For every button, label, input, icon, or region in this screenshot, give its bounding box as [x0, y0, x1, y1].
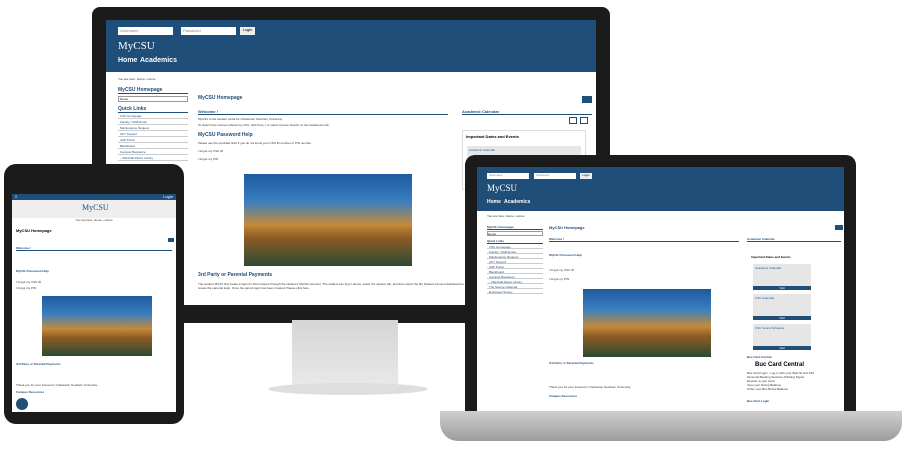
laptop-screen: Username Password Login MyCSU Home Acade…	[477, 167, 844, 411]
laptop-campus-resources: Campus Resources	[549, 394, 578, 398]
laptop-logo: MyCSU	[487, 183, 518, 193]
laptop-card-3: CSU Sports Schedule	[753, 324, 811, 346]
laptop-username-placeholder: Username	[489, 173, 503, 177]
nav-academics[interactable]: Academics	[140, 57, 177, 64]
grid-view-icon[interactable]	[580, 117, 588, 124]
menu-icon[interactable]: ≡	[15, 194, 17, 199]
tablet-thanks: Thank you for your interest in Charlesto…	[16, 383, 98, 387]
page-title: MyCSU Homepage	[198, 95, 243, 101]
laptop-login-button[interactable]: Login	[580, 173, 592, 179]
tablet-forgot-id[interactable]: I forgot my CSU ID	[16, 280, 41, 284]
laptop-card-3-label[interactable]: CSU Sports Schedule	[755, 326, 784, 330]
tablet-home-icon[interactable]	[168, 238, 174, 242]
laptop-card-1-button[interactable]: Visit	[753, 286, 811, 290]
laptop-sidebar-title: MyCSU Homepage	[487, 225, 543, 230]
quick-links-title: Quick Links	[118, 106, 188, 113]
laptop-username-input[interactable]: Username	[487, 173, 529, 179]
monitor-base	[268, 383, 428, 395]
home-icon[interactable]	[582, 96, 592, 103]
laptop-page-title: MyCSU Homepage	[549, 225, 585, 230]
laptop-buc-card-title: Buc Card Central	[755, 362, 805, 368]
laptop-card-2-label[interactable]: CSU Calendar	[755, 296, 774, 300]
monitor-stand	[292, 320, 398, 390]
laptop-device: Username Password Login MyCSU Home Acade…	[465, 155, 856, 411]
laptop-card-2: CSU Calendar	[753, 294, 811, 316]
calendar-card-link[interactable]: Academic Calendar	[469, 148, 495, 152]
breadcrumb: You are here: Home › Home	[118, 77, 156, 81]
welcome-text: MyCSU is the student portal for Charlest…	[198, 117, 283, 121]
laptop-card-3-button[interactable]: Visit	[753, 346, 811, 350]
tablet-screen: ≡ Login MyCSU You are here: Home › Home …	[12, 194, 176, 412]
laptop-buc-card-link[interactable]: Buc Card Central	[747, 355, 772, 359]
laptop-quick-link[interactable]: Employee Survey	[487, 289, 543, 294]
tablet-welcome: Welcome !	[16, 246, 172, 251]
tablet-next-icon[interactable]	[16, 398, 28, 410]
laptop-buc-alert[interactable]: Buc Alert Login	[747, 399, 769, 403]
password-help-heading: MyCSU Password Help	[198, 132, 253, 138]
campus-photo	[244, 174, 412, 266]
laptop-password-input[interactable]: Password	[534, 173, 576, 179]
laptop-nav-home[interactable]: Home	[487, 199, 501, 205]
laptop-home-icon[interactable]	[835, 225, 843, 230]
laptop-breadcrumb: You are here: Home › Home	[487, 214, 525, 218]
laptop-page-select[interactable]: Home	[487, 231, 543, 236]
laptop-keyboard-base	[440, 411, 902, 441]
logo: MyCSU	[118, 40, 155, 52]
third-party-text: The student MUST first create a login fo…	[198, 282, 464, 290]
tablet-breadcrumb: You are here: Home › Home	[75, 218, 113, 222]
laptop-password-placeholder: Password	[536, 173, 550, 177]
username-input[interactable]: Username	[118, 27, 173, 35]
laptop-card-2-button[interactable]: Visit	[753, 316, 811, 320]
forgot-id-link[interactable]: I forgot my CSU ID	[198, 149, 223, 153]
laptop-nav-academics[interactable]: Academics	[504, 199, 530, 205]
search-text: To Search the courses offered by CSU, cl…	[198, 123, 330, 127]
list-view-icon[interactable]	[569, 117, 577, 124]
tablet-login-button[interactable]: Login	[163, 194, 173, 199]
tablet-password-help: MyCSU Password Help	[16, 269, 49, 273]
tablet-forgot-pin[interactable]: I forgot my PIN	[16, 286, 36, 290]
login-button[interactable]: Login	[240, 27, 255, 35]
buc-line: Order your Buc Bucks Balance	[747, 387, 789, 391]
tablet-device: ≡ Login MyCSU You are here: Home › Home …	[4, 164, 184, 424]
dates-title: Important Dates and Events	[466, 134, 519, 139]
laptop-card-1-label[interactable]: Academic Calendar	[755, 266, 781, 270]
laptop-third-party: 3rd Party or Parental Payments	[549, 361, 594, 365]
tablet-logo-bar: MyCSU	[12, 200, 176, 218]
laptop-sidebar: MyCSU Homepage Home Quick Links CSU Home…	[487, 225, 543, 294]
password-text: Please use the provided links if you do …	[198, 141, 312, 145]
laptop-header: Username Password Login MyCSU Home Acade…	[477, 167, 844, 211]
tablet-third-party: 3rd Party or Parental Payments	[16, 362, 61, 366]
password-placeholder: Password	[183, 28, 201, 33]
laptop-academic-calendar: Academic Calendar	[747, 237, 841, 242]
laptop-card-1: Academic Calendar	[753, 264, 811, 286]
academic-calendar-heading: Academic Calendar	[462, 109, 592, 115]
third-party-heading: 3rd Party or Parental Payments	[198, 272, 273, 278]
laptop-dates-title: Important Dates and Events	[751, 255, 791, 259]
tablet-page-title: MyCSU Homepage	[16, 228, 52, 233]
sidebar: MyCSU Homepage Home Quick Links CSU Home…	[118, 87, 188, 161]
sidebar-title: MyCSU Homepage	[118, 87, 188, 94]
laptop-forgot-id[interactable]: I forgot my CSU ID	[549, 268, 574, 272]
laptop-campus-photo	[583, 289, 711, 357]
page-select[interactable]: Home	[118, 96, 188, 102]
laptop-forgot-pin[interactable]: I forgot my PIN	[549, 277, 569, 281]
quick-link-item[interactable]: – Marshall Rivers Library	[118, 155, 188, 161]
tablet-campus-resources: Campus Resources	[16, 390, 45, 394]
tablet-campus-photo	[42, 296, 152, 356]
welcome-heading: Welcome !	[198, 109, 448, 115]
laptop-welcome: Welcome !	[549, 237, 739, 242]
username-placeholder: Username	[120, 28, 139, 33]
desktop-header: Username Password Login MyCSU Home Acade…	[106, 20, 596, 72]
laptop-password-help: MyCSU Password Help	[549, 253, 582, 257]
tablet-logo: MyCSU	[82, 203, 109, 212]
nav-home[interactable]: Home	[118, 57, 137, 64]
laptop-thanks: Thank you for your interest in Charlesto…	[549, 385, 631, 389]
forgot-pin-link[interactable]: I forgot my PIN	[198, 157, 218, 161]
password-input[interactable]: Password	[181, 27, 236, 35]
